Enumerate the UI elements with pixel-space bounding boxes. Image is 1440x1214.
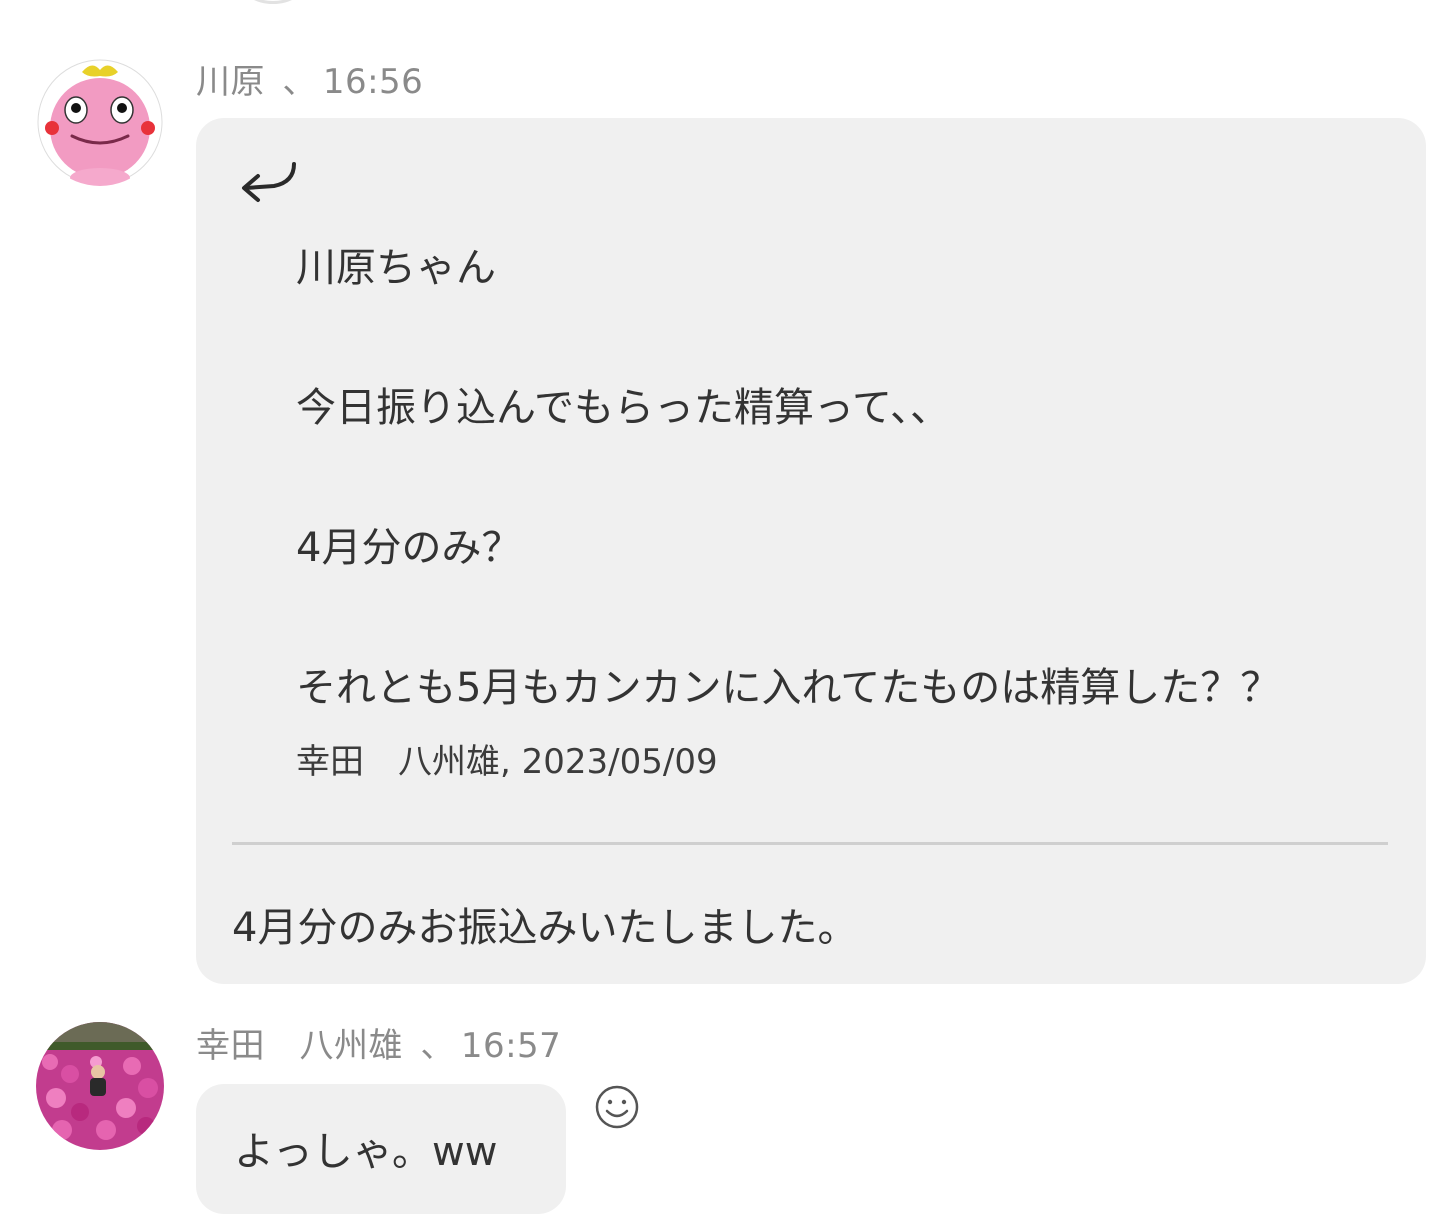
message-bubble[interactable]: 川原ちゃん 今日振り込んでもらった精算って、、 4月分のみ？ それとも5月もカン… — [196, 118, 1426, 984]
author-name: 川原 — [196, 62, 265, 102]
message-bubble[interactable]: よっしゃ。ww — [196, 1084, 566, 1214]
quoted-source: 幸田 八州雄, 2023/05/09 — [296, 742, 718, 782]
meta-separator: 、 — [282, 62, 317, 102]
message-time: 16:56 — [322, 62, 424, 102]
pink-mascot-avatar-icon — [36, 58, 164, 186]
reply-arrow-icon — [242, 162, 296, 202]
message-text: 4月分のみお振込みいたしました。 — [232, 905, 858, 951]
author-name: 幸田 八州雄 — [196, 1026, 403, 1066]
quoted-message[interactable]: 川原ちゃん 今日振り込んでもらった精算って、、 4月分のみ？ それとも5月もカン… — [296, 242, 1406, 784]
quoted-line: 川原ちゃん — [296, 245, 496, 291]
previous-avatar-edge — [240, 0, 306, 4]
quoted-line: 今日振り込んでもらった精算って、、 — [296, 385, 950, 431]
message-meta: 川原 、 16:56 — [196, 60, 423, 104]
quote-divider — [232, 842, 1388, 845]
quoted-line: それとも5月もカンカンに入れてたものは精算した？？ — [296, 665, 1281, 711]
smiley-reaction-icon[interactable] — [594, 1084, 640, 1130]
quoted-line: 4月分のみ？ — [296, 525, 522, 571]
message-time: 16:57 — [460, 1026, 562, 1066]
avatar[interactable] — [36, 58, 164, 186]
avatar[interactable] — [36, 1022, 164, 1150]
message-meta: 幸田 八州雄 、 16:57 — [196, 1024, 561, 1068]
meta-separator: 、 — [420, 1026, 455, 1066]
flower-field-avatar-icon — [36, 1022, 164, 1150]
message-text: よっしゃ。ww — [234, 1129, 498, 1175]
